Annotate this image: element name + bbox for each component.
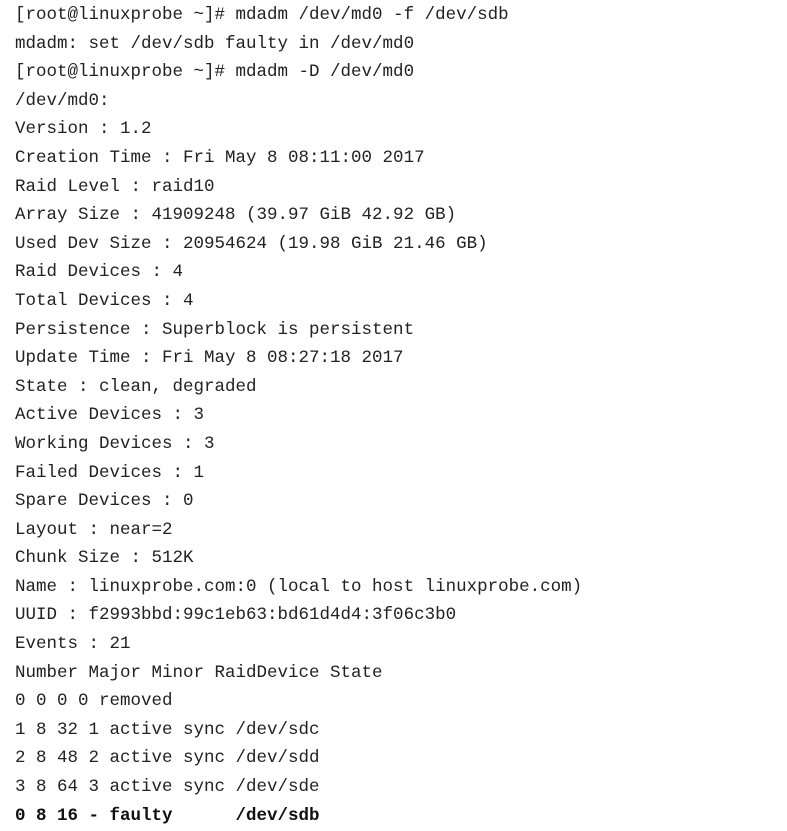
output-line-failed-devices: Failed Devices : 1 [15, 462, 205, 483]
output-line-raid-level: Raid Level : raid10 [15, 176, 215, 197]
command-line-fail-disk: [root@linuxprobe ~]# mdadm /dev/md0 -f /… [15, 5, 509, 25]
output-line-raid-devices: Raid Devices : 4 [15, 262, 184, 283]
output-line-total-devices: Total Devices : 4 [15, 290, 194, 311]
device-table-header: Number Major Minor RaidDevice State [15, 662, 383, 683]
output-line-events: Events : 21 [15, 634, 131, 655]
output-line-update-time: Update Time : Fri May 8 08:27:18 2017 [15, 348, 404, 369]
output-line-active-devices: Active Devices : 3 [15, 405, 205, 426]
output-line-version: Version : 1.2 [15, 119, 152, 140]
device-table-row: 3 8 64 3 active sync /dev/sde [15, 777, 320, 798]
device-table-row: 1 8 32 1 active sync /dev/sdc [15, 719, 320, 740]
output-line-name: Name : linuxprobe.com:0 (local to host l… [15, 576, 583, 597]
device-table-row: 0 0 0 0 removed [15, 691, 173, 712]
output-line-chunk-size: Chunk Size : 512K [15, 548, 194, 569]
output-line-state: State : clean, degraded [15, 376, 257, 397]
output-line-persistence: Persistence : Superblock is persistent [15, 319, 415, 340]
device-table-row-faulty: 0 8 16 - faulty /dev/sdb [15, 805, 320, 826]
output-line-faulty-set: mdadm: set /dev/sdb faulty in /dev/md0 [15, 33, 415, 54]
device-table-row: 2 8 48 2 active sync /dev/sdd [15, 748, 320, 769]
output-line-spare-devices: Spare Devices : 0 [15, 491, 194, 512]
output-line-layout: Layout : near=2 [15, 519, 173, 540]
output-line-used-dev-size: Used Dev Size : 20954624 (19.98 GiB 21.4… [15, 233, 488, 254]
terminal-output: [root@linuxprobe ~]# mdadm /dev/md0 -f /… [15, 0, 787, 830]
output-line-uuid: UUID : f2993bbd:99c1eb63:bd61d4d4:3f06c3… [15, 605, 457, 626]
output-line-device: /dev/md0: [15, 90, 110, 111]
output-line-array-size: Array Size : 41909248 (39.97 GiB 42.92 G… [15, 205, 457, 226]
output-line-working-devices: Working Devices : 3 [15, 433, 215, 454]
command-line-detail: [root@linuxprobe ~]# mdadm -D /dev/md0 [15, 62, 415, 83]
output-line-creation-time: Creation Time : Fri May 8 08:11:00 2017 [15, 147, 425, 168]
